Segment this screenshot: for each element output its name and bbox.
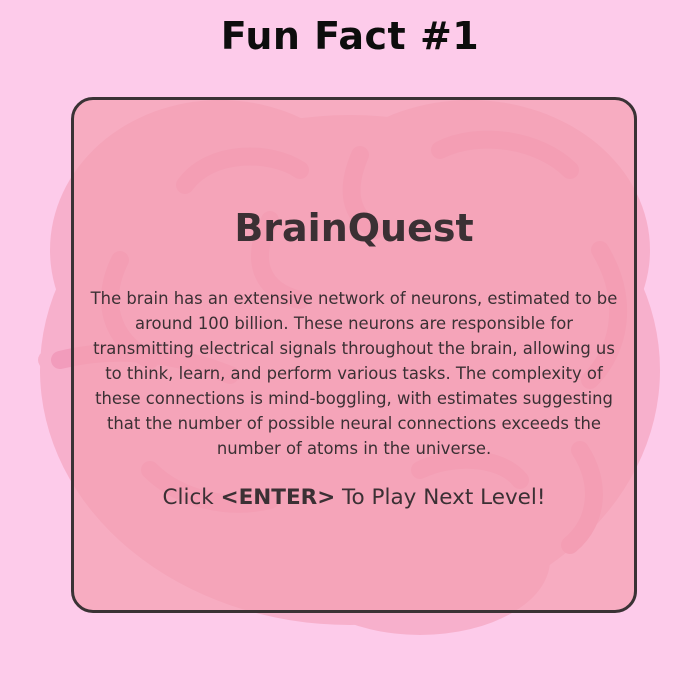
fun-fact-text: The brain has an extensive network of ne…	[90, 289, 618, 458]
next-level-prompt[interactable]: Click <ENTER> To Play Next Level!	[74, 485, 634, 510]
game-title: BrainQuest	[234, 206, 474, 250]
prompt-text-before: Click	[162, 485, 221, 510]
enter-key-label: <ENTER>	[220, 485, 336, 510]
game-screen: Fun Fact #1 BrainQuest The brain has an …	[0, 0, 700, 700]
fact-card: BrainQuest The brain has an extensive ne…	[71, 97, 637, 613]
page-title: Fun Fact #1	[220, 14, 480, 58]
prompt-text-after: To Play Next Level!	[335, 485, 546, 510]
